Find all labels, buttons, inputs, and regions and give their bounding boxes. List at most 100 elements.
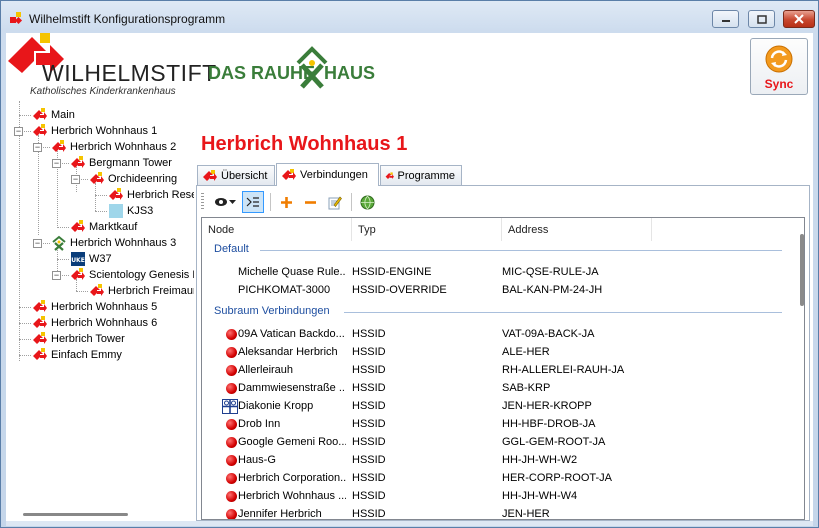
cell-typ: HSSID [352,328,386,340]
tree-node[interactable]: Einfach Emmy [32,347,122,363]
network-button[interactable] [356,191,378,213]
cell-node: PICHKOMAT-3000 [238,284,331,296]
minimize-icon [721,20,730,22]
window-title: Wilhelmstift Konfigurationsprogramm [29,12,226,26]
tab-uebersicht[interactable]: Übersicht [197,165,275,185]
list-row[interactable]: Drob Inn HSSID HH-HBF-DROB-JA [202,416,792,434]
tree-expander[interactable]: − [52,159,61,168]
column-header-node[interactable]: Node [202,218,352,241]
cell-typ: HSSID [352,472,386,484]
tab-verbindungen-label: Verbindungen [300,169,368,181]
edit-button[interactable] [323,191,345,213]
tree-node[interactable]: Herbrich Freimaure [89,283,194,299]
wilhelmstift-icon [282,169,296,180]
logo-banner: WILHELMSTIFT Katholisches Kinderkrankenh… [6,33,376,101]
tree-node[interactable]: Herbrich Wohnhaus 6 [32,315,157,331]
list-row[interactable]: Diakonie Kropp HSSID JEN-HER-KROPP [202,398,792,416]
uke-icon: UKE [70,251,86,267]
close-button[interactable] [783,10,815,28]
tab-programme[interactable]: Programme [380,165,462,185]
cell-typ: HSSID-OVERRIDE [352,284,447,296]
tree-node-label: W37 [89,253,112,265]
tree-node[interactable]: Scientology Genesis N [70,267,194,283]
tree-node[interactable]: UKE W37 [70,251,112,267]
tree-expander[interactable]: − [14,127,23,136]
tree-horizontal-scrollbar[interactable] [23,513,128,516]
list-row[interactable]: PICHKOMAT-3000 HSSID-OVERRIDE BAL-KAN-PM-2… [202,282,792,300]
tree-expander[interactable]: − [33,143,42,152]
navigation-tree[interactable]: Main − Herbrich Wohnhaus 1− Herbrich Wohnha… [6,101,194,521]
minimize-button[interactable] [712,10,739,28]
tree-node[interactable]: Main [32,107,75,123]
tree-node[interactable]: Herbrich Wohnhaus 1 [32,123,157,139]
tree-node[interactable]: Orchideenring [89,171,177,187]
cell-node: 09A Vatican Backdo... [238,328,345,340]
cell-node: Herbrich Wohnhaus ... [238,490,346,502]
cell-address: MIC-QSE-RULE-JA [502,266,599,278]
toolbar-separator [351,193,352,211]
sync-button[interactable]: Sync [750,38,808,95]
group-header[interactable]: Default [214,243,249,255]
red-dot-icon [226,347,237,358]
tree-expander[interactable]: − [33,239,42,248]
red-dot-icon [226,365,237,376]
list-row[interactable]: Aleksandar Herbrich HSSID ALE-HER [202,344,792,362]
view-dropdown-button[interactable] [210,191,240,213]
cell-address: GGL-GEM-ROOT-JA [502,436,606,448]
tree-node[interactable]: Marktkauf [70,219,137,235]
list-row[interactable]: Michelle Quase Rule... HSSID-ENGINE MIC-QS… [202,264,792,282]
tree-node[interactable]: Herbrich Wohnhaus 5 [32,299,157,315]
group-toggle-button[interactable] [242,191,264,213]
title-bar[interactable]: Wilhelmstift Konfigurationsprogramm [1,1,818,33]
cell-typ: HSSID [352,436,386,448]
wilhelmstift-icon [32,107,48,123]
wilhelmstift-subtitle: Katholisches Kinderkrankenhaus [30,86,176,97]
tree-connector-line [19,115,31,116]
maximize-icon [756,14,767,24]
eye-icon [214,198,227,206]
tab-verbindungen[interactable]: Verbindungen [276,163,379,186]
column-header-address[interactable]: Address [502,218,652,241]
wilhelmstift-icon [70,219,86,235]
column-header-typ[interactable]: Typ [352,218,502,241]
remove-button[interactable] [299,191,321,213]
list-row[interactable]: Google Gemeni Roo... HSSID GGL-GEM-ROOT-JA [202,434,792,452]
tree-node[interactable]: Herbrich Tower [32,331,125,347]
tree-node-label: Orchideenring [108,173,178,185]
cell-node: Dammwiesenstraße ... [238,382,346,394]
connections-list[interactable]: Node Typ Address Default Michelle Quase R… [201,217,805,520]
rauhe-haus-logo-text-right: HAUS [324,63,376,83]
list-row[interactable]: 09A Vatican Backdo... HSSID VAT-09A-BACK-J… [202,326,792,344]
tree-node-label: Herbrich Wohnhaus 5 [51,301,158,313]
cell-typ: HSSID-ENGINE [352,266,432,278]
list-row[interactable]: Jennifer Herbrich HSSID JEN-HER [202,506,792,519]
list-row[interactable]: Herbrich Corporation... HSSID HER-CORP-ROO… [202,470,792,488]
tree-node[interactable]: KJS3 [108,203,153,219]
chevron-down-icon [228,200,236,204]
red-dot-icon [226,419,237,430]
list-row[interactable]: Allerleirauh HSSID RH-ALLERLEI-RAUH-JA [202,362,792,380]
wilhelmstift-icon [32,331,48,347]
cell-address: ALE-HER [502,346,550,358]
tree-node[interactable]: Herbrich Wohnhaus 2 [51,139,176,155]
tree-node[interactable]: Bergmann Tower [70,155,172,171]
wilhelmstift-icon [32,123,48,139]
wilhelmstift-icon [203,169,217,181]
tree-expander[interactable]: − [52,271,61,280]
list-row[interactable]: Dammwiesenstraße ... HSSID SAB-KRP [202,380,792,398]
tree-node-label: Herbrich Wohnhaus 1 [51,125,158,137]
cell-address: HER-CORP-ROOT-JA [502,472,612,484]
tree-node-label: Herbrich Wohnhaus 3 [70,237,177,249]
group-header[interactable]: Subraum Verbindungen [214,305,330,317]
tree-expander[interactable]: − [71,175,80,184]
toolbar-grip[interactable] [201,193,204,211]
maximize-button[interactable] [748,10,775,28]
folder-blue-icon [108,203,124,219]
list-vertical-scrollbar[interactable] [800,234,804,306]
list-row[interactable]: Haus-G HSSID HH-JH-WH-W2 [202,452,792,470]
tree-node[interactable]: Herbrich Rese [108,187,194,203]
tab-uebersicht-label: Übersicht [221,169,268,182]
tree-node[interactable]: Herbrich Wohnhaus 3 [51,235,176,251]
add-button[interactable] [275,191,297,213]
list-row[interactable]: Herbrich Wohnhaus ... HSSID HH-JH-WH-W4 [202,488,792,506]
